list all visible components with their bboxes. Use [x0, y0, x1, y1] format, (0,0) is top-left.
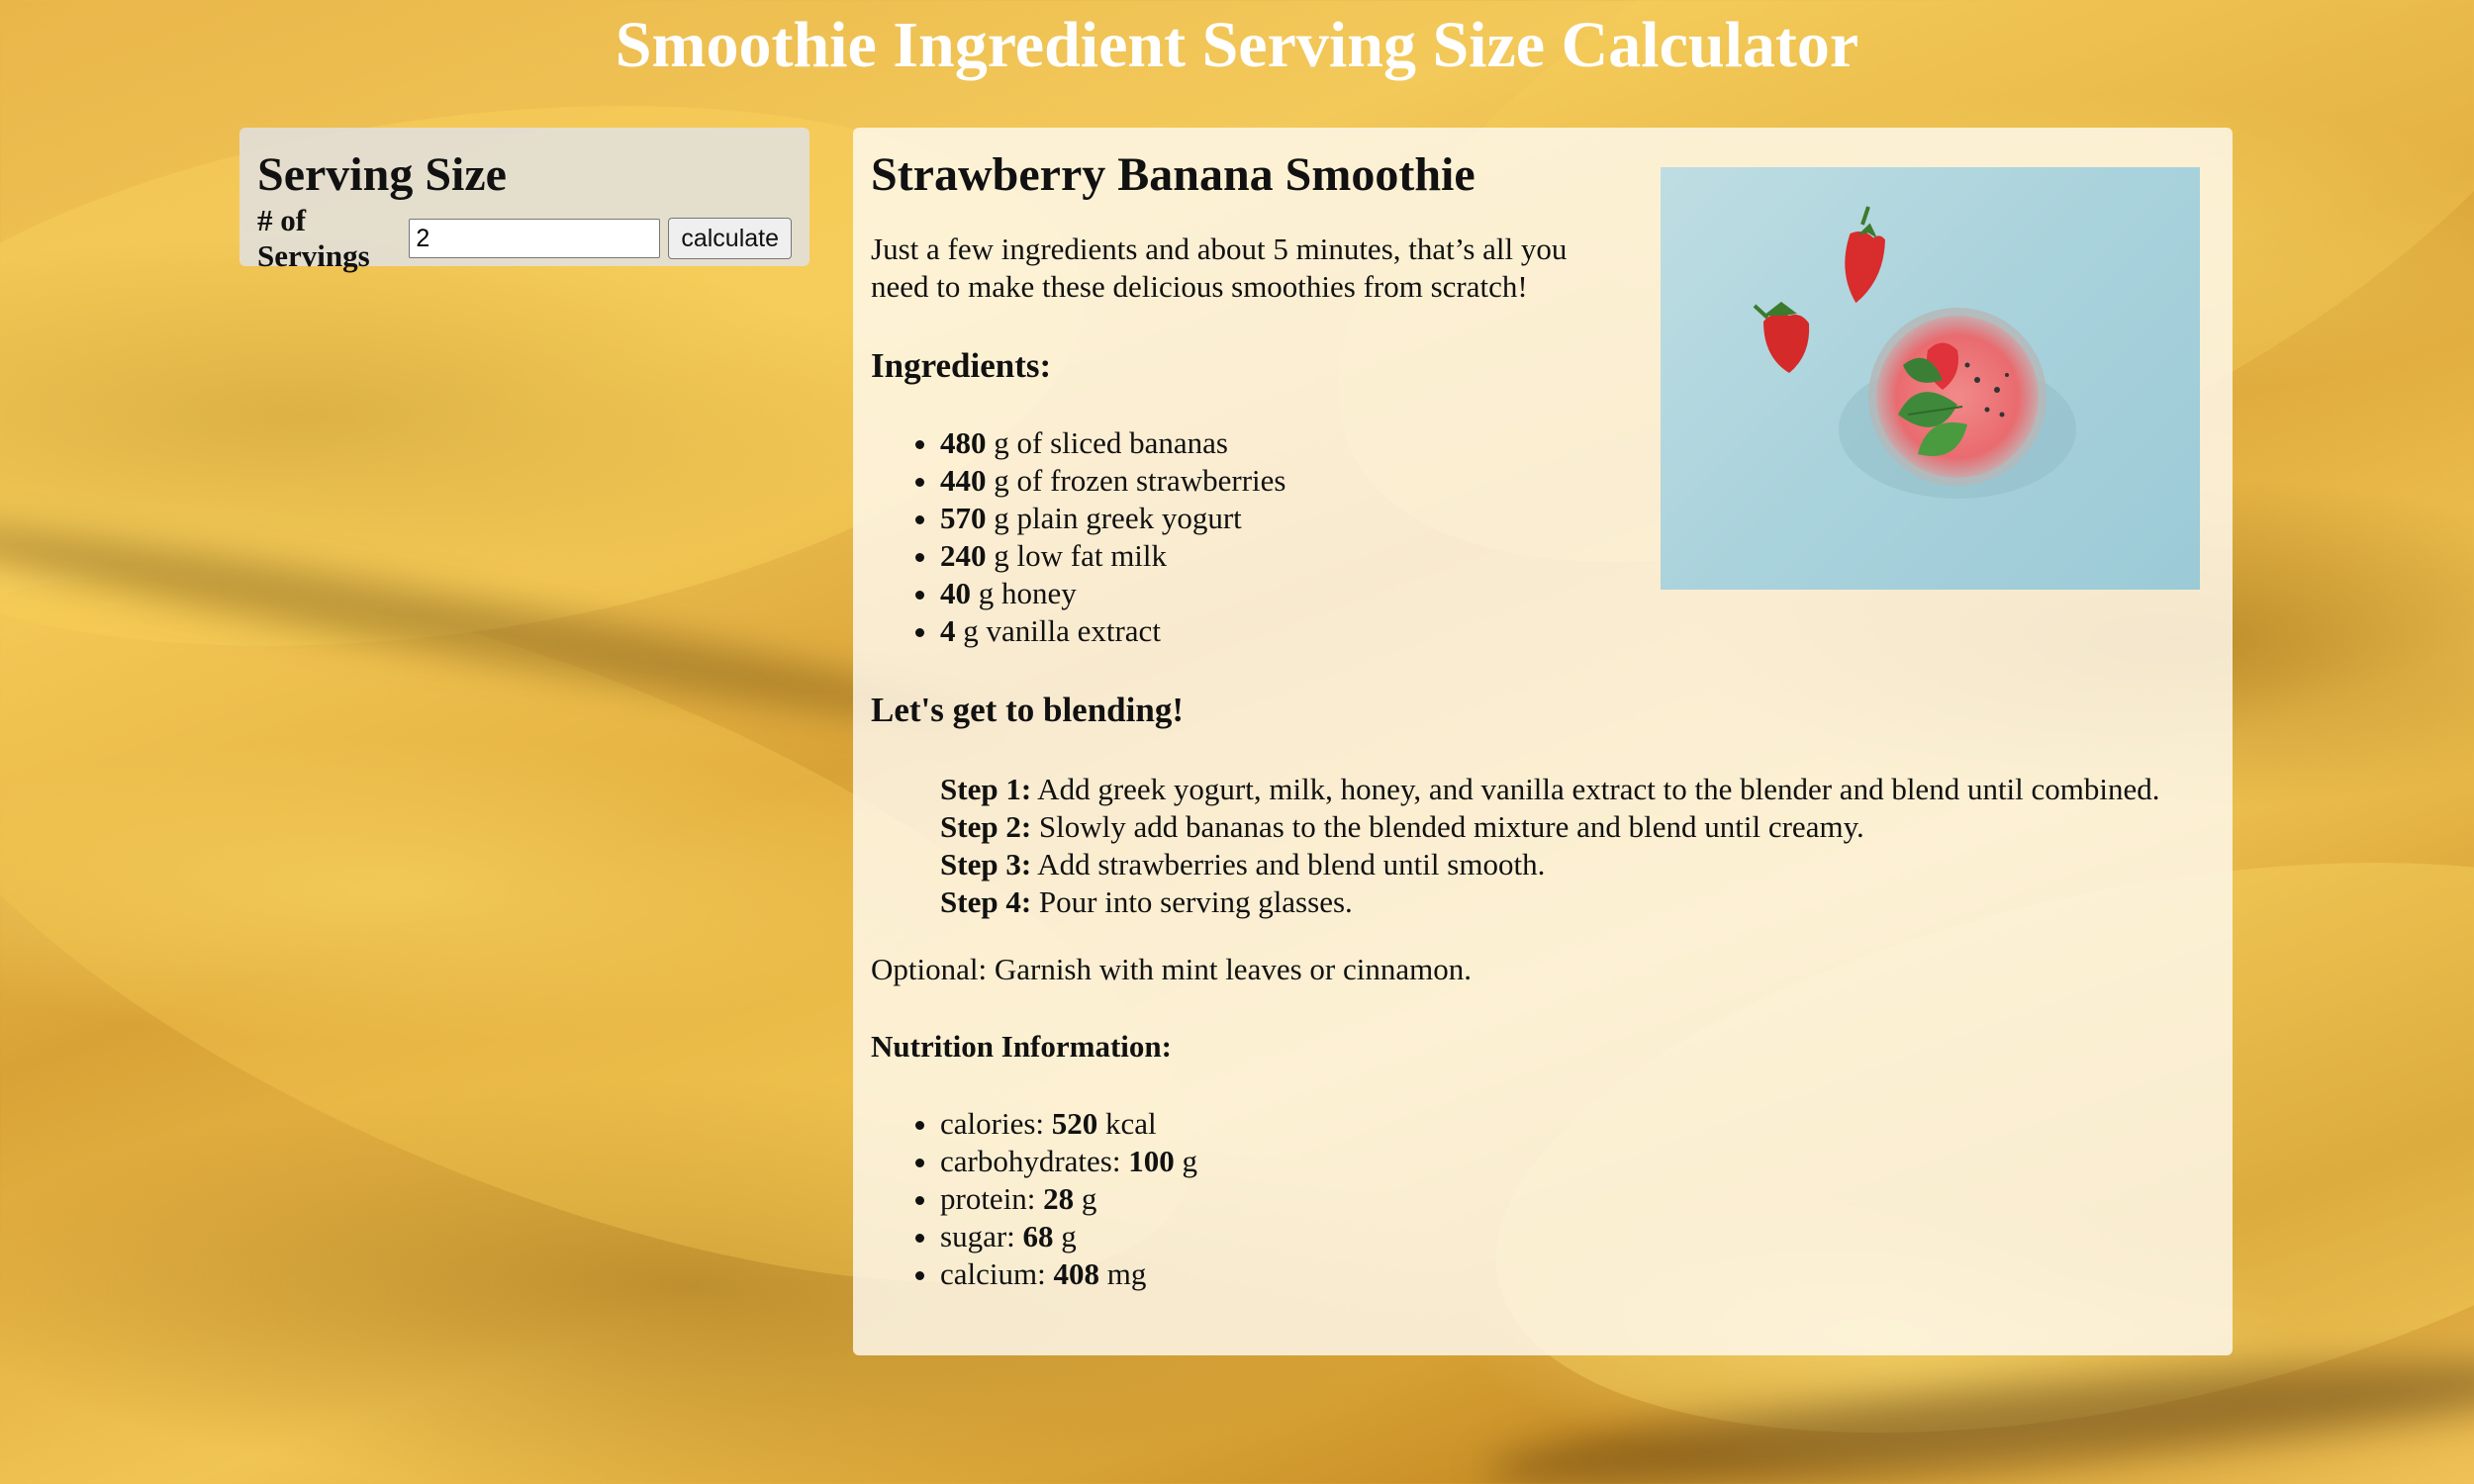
ingredient-amount: 240: [940, 538, 987, 573]
serving-size-panel: Serving Size # of Servings calculate: [239, 128, 809, 273]
ingredient-text: g low fat milk: [986, 538, 1168, 573]
step-text: Add strawberries and blend until smooth.: [1031, 847, 1546, 881]
nutrient-value: 100: [1128, 1144, 1175, 1178]
nutrient-unit: g: [1074, 1181, 1097, 1216]
strawberry-icon: [1845, 206, 1885, 304]
nutrition-item: protein: 28 g: [940, 1180, 2215, 1218]
step-label: Step 3:: [940, 847, 1032, 881]
step-item: Step 4: Pour into serving glasses.: [940, 883, 2215, 921]
ingredient-amount: 440: [940, 463, 987, 498]
nutrient-name: carbohydrates:: [940, 1144, 1129, 1178]
servings-row: # of Servings calculate: [257, 203, 792, 274]
ingredient-text: g honey: [971, 576, 1077, 610]
nutrient-value: 28: [1043, 1181, 1075, 1216]
serving-size-heading: Serving Size: [257, 148, 507, 201]
nutrition-item: carbohydrates: 100 g: [940, 1143, 2215, 1180]
step-text: Slowly add bananas to the blended mixtur…: [1031, 809, 1864, 844]
step-text: Pour into serving glasses.: [1031, 884, 1353, 919]
recipe-intro: Just a few ingredients and about 5 minut…: [871, 232, 1568, 304]
nutrient-name: calories:: [940, 1106, 1052, 1141]
nutrition-item: calories: 520 kcal: [940, 1105, 2215, 1143]
ingredient-amount: 570: [940, 501, 987, 535]
steps-list: Step 1: Add greek yogurt, milk, honey, a…: [940, 771, 2215, 921]
ingredient-text: g plain greek yogurt: [986, 501, 1242, 535]
strawberry-icon: [1753, 302, 1810, 373]
nutrition-item: sugar: 68 g: [940, 1218, 2215, 1255]
smoothie-glass-icon: [1868, 308, 2046, 486]
servings-input[interactable]: [409, 219, 661, 258]
smoothie-photo: [1661, 167, 2200, 590]
nutrient-unit: kcal: [1097, 1106, 1157, 1141]
nutrient-value: 68: [1022, 1219, 1054, 1253]
ingredient-text: g of sliced bananas: [986, 425, 1228, 460]
nutrient-value: 520: [1051, 1106, 1098, 1141]
background-shadow: [0, 499, 987, 748]
ingredient-amount: 40: [940, 576, 971, 610]
steps-heading: Let's get to blending!: [871, 691, 1184, 729]
nutrition-item: calcium: 408 mg: [940, 1255, 2215, 1293]
servings-label: # of Servings: [257, 203, 370, 273]
nutrient-name: protein:: [940, 1181, 1044, 1216]
step-item: Step 2: Slowly add bananas to the blende…: [940, 808, 2215, 846]
nutrient-name: sugar:: [940, 1219, 1023, 1253]
smoothie-illustration: [1753, 206, 2076, 499]
ingredient-amount: 480: [940, 425, 987, 460]
recipe-panel: Strawberry Banana Smoothie Just a few in…: [853, 128, 2233, 1355]
ingredient-amount: 4: [940, 613, 956, 648]
nutrient-value: 408: [1053, 1256, 1099, 1291]
nutrient-unit: g: [1174, 1144, 1197, 1178]
step-text: Add greek yogurt, milk, honey, and vanil…: [1031, 772, 2160, 806]
step-item: Step 3: Add strawberries and blend until…: [940, 846, 2215, 883]
nutrient-unit: g: [1053, 1219, 1077, 1253]
ingredient-text: g vanilla extract: [955, 613, 1161, 648]
ingredient-text: g of frozen strawberries: [986, 463, 1286, 498]
nutrition-list: calories: 520 kcal carbohydrates: 100 g …: [871, 1105, 2215, 1293]
page-title: Smoothie Ingredient Serving Size Calcula…: [615, 9, 1859, 81]
step-label: Step 2:: [940, 809, 1032, 844]
calculate-button[interactable]: calculate: [668, 218, 792, 259]
nutrient-name: calcium:: [940, 1256, 1054, 1291]
optional-note: Optional: Garnish with mint leaves or ci…: [871, 952, 1472, 986]
nutrition-heading: Nutrition Information:: [871, 1029, 1172, 1064]
background-shadow: [1482, 1338, 2474, 1484]
ingredient-item: 4 g vanilla extract: [940, 612, 2215, 650]
step-label: Step 1:: [940, 772, 1032, 806]
step-label: Step 4:: [940, 884, 1032, 919]
step-item: Step 1: Add greek yogurt, milk, honey, a…: [940, 771, 2215, 808]
nutrient-unit: mg: [1098, 1256, 1147, 1291]
